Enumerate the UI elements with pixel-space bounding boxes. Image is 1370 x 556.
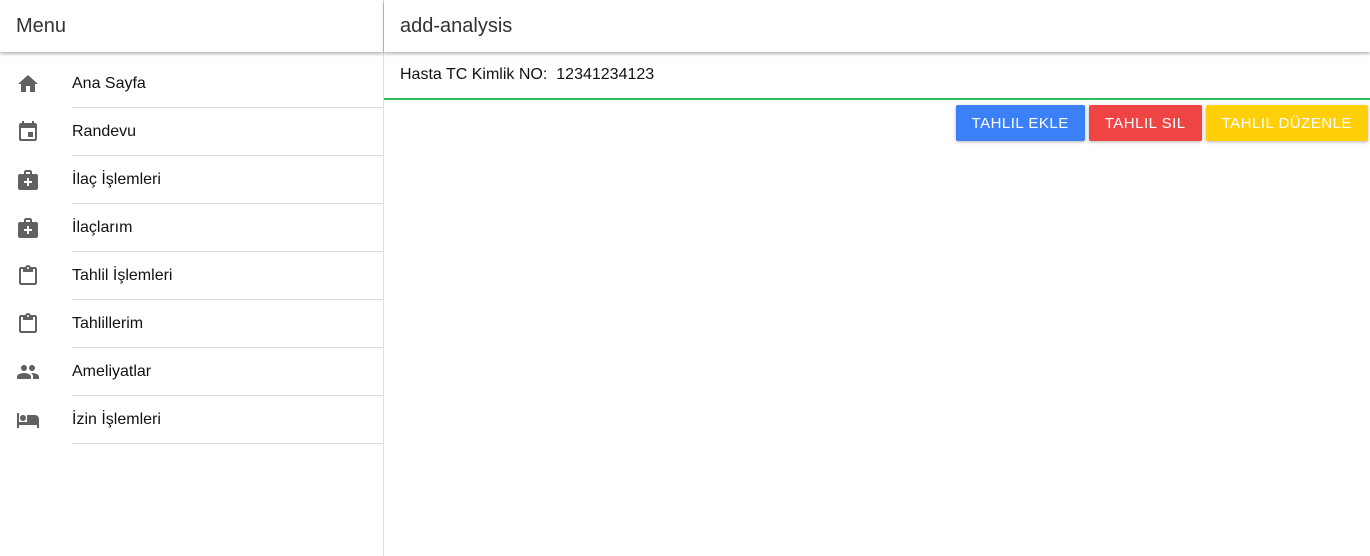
people-icon: [0, 360, 72, 384]
sidebar-item-tahlillerim[interactable]: Tahlillerim: [0, 300, 383, 348]
sidebar-menu: Ana Sayfa Randevu İlaç İşlemleri İlaçlar…: [0, 52, 383, 444]
sidebar-item-ana-sayfa[interactable]: Ana Sayfa: [0, 60, 383, 108]
medical-bag-icon: [0, 216, 72, 240]
sidebar-item-label: Ameliyatlar: [72, 348, 383, 396]
action-buttons: Tahlil Ekle Tahlil Sil Tahlil Düzenle: [384, 105, 1370, 141]
sidebar-item-label: İlaçlarım: [72, 204, 383, 252]
sidebar-item-izin-islemleri[interactable]: İzin İşlemleri: [0, 396, 383, 444]
tc-input[interactable]: [556, 66, 957, 84]
delete-analysis-button[interactable]: Tahlil Sil: [1088, 105, 1202, 141]
home-icon: [0, 72, 72, 96]
tc-label: Hasta TC Kimlik NO:: [400, 66, 548, 83]
main-content: add-analysis Hasta TC Kimlik NO: Tahlil …: [384, 0, 1370, 556]
page-title: add-analysis: [384, 0, 1370, 52]
sidebar: Menu Ana Sayfa Randevu İlaç İşlemleri İl…: [0, 0, 384, 556]
sidebar-item-label: Tahlil İşlemleri: [72, 252, 383, 300]
bed-icon: [0, 408, 72, 432]
sidebar-item-label: Tahlillerim: [72, 300, 383, 348]
add-analysis-button[interactable]: Tahlil Ekle: [955, 105, 1085, 141]
app-root: Menu Ana Sayfa Randevu İlaç İşlemleri İl…: [0, 0, 1370, 556]
clipboard-icon: [0, 264, 72, 288]
clipboard-icon: [0, 312, 72, 336]
edit-analysis-button[interactable]: Tahlil Düzenle: [1205, 105, 1368, 141]
sidebar-item-ameliyatlar[interactable]: Ameliyatlar: [0, 348, 383, 396]
sidebar-item-label: İzin İşlemleri: [72, 396, 383, 444]
calendar-icon: [0, 120, 72, 144]
sidebar-item-ilaclarim[interactable]: İlaçlarım: [0, 204, 383, 252]
sidebar-item-label: İlaç İşlemleri: [72, 156, 383, 204]
sidebar-item-label: Randevu: [72, 108, 383, 156]
sidebar-title: Menu: [0, 0, 383, 52]
tc-field: Hasta TC Kimlik NO:: [384, 52, 1370, 100]
sidebar-item-tahlil-islemleri[interactable]: Tahlil İşlemleri: [0, 252, 383, 300]
sidebar-item-label: Ana Sayfa: [72, 60, 383, 108]
sidebar-item-ilac-islemleri[interactable]: İlaç İşlemleri: [0, 156, 383, 204]
medical-bag-icon: [0, 168, 72, 192]
sidebar-item-randevu[interactable]: Randevu: [0, 108, 383, 156]
